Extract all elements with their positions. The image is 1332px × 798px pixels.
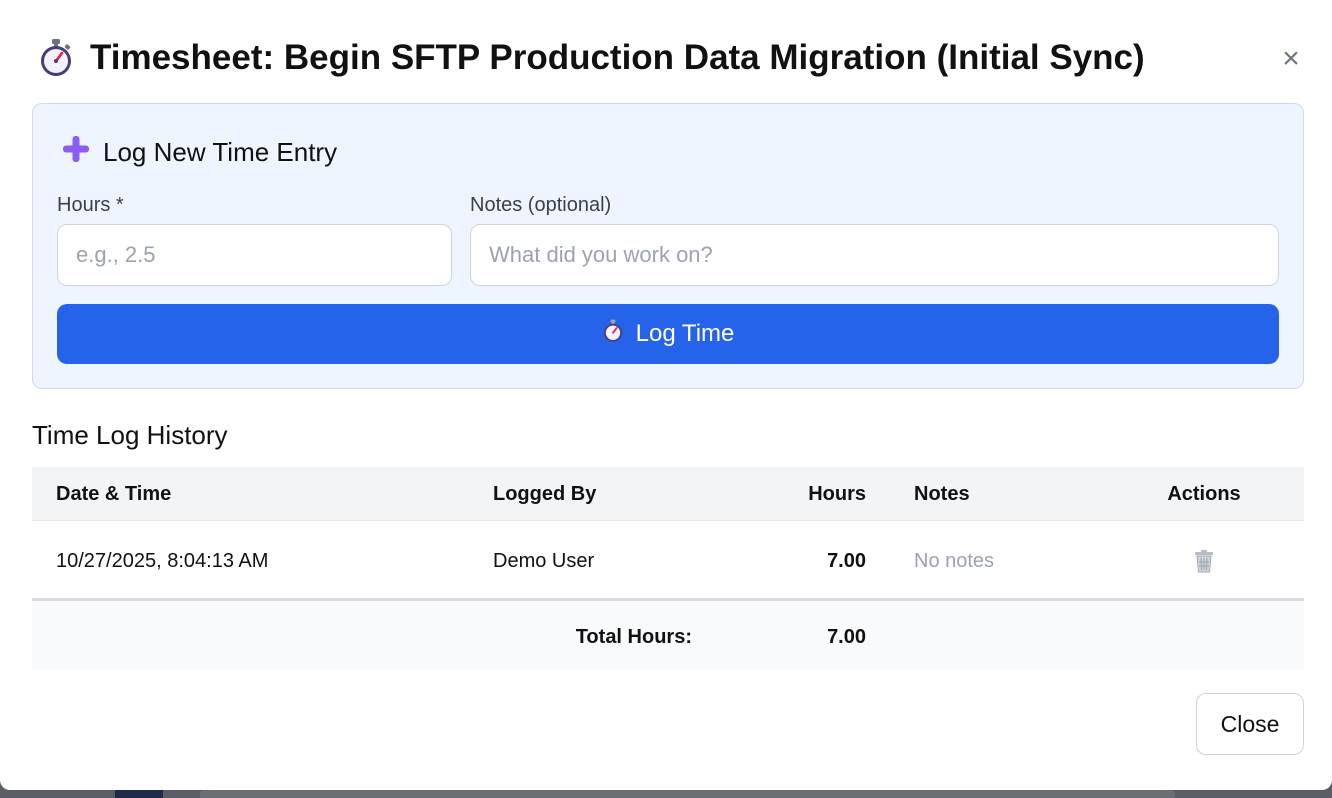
log-time-button[interactable]: Log Time	[57, 304, 1279, 364]
hours-input[interactable]	[57, 224, 452, 286]
total-hours-label: Total Hours:	[575, 626, 692, 648]
stopwatch-icon	[602, 319, 624, 350]
cell-logged-by: Demo User	[493, 550, 595, 572]
modal-title: Timesheet: Begin SFTP Production Data Mi…	[38, 36, 1145, 80]
notes-input[interactable]	[470, 224, 1279, 286]
column-header-date-time: Date & Time	[56, 483, 172, 505]
table-row: 10/27/2025, 8:04:13 AM Demo User 7.00 No…	[32, 521, 1304, 601]
stopwatch-icon	[38, 38, 74, 78]
hours-label: Hours *	[57, 194, 124, 216]
cell-date-time: 10/27/2025, 8:04:13 AM	[56, 550, 269, 572]
log-entry-heading-text: Log New Time Entry	[103, 136, 338, 167]
time-log-table: Date & Time Logged By Hours Notes Action…	[32, 467, 1304, 669]
log-time-button-label: Log Time	[635, 320, 735, 347]
timesheet-modal: Timesheet: Begin SFTP Production Data Mi…	[0, 0, 1332, 790]
time-log-history-title: Time Log History	[32, 420, 228, 450]
table-header: Date & Time Logged By Hours Notes Action…	[32, 467, 1304, 521]
background-element	[200, 790, 1175, 798]
total-hours-value: 7.00	[827, 626, 866, 648]
column-header-hours: Hours	[808, 483, 866, 505]
column-header-logged-by: Logged By	[493, 483, 597, 505]
log-entry-heading: Log New Time Entry	[61, 134, 338, 171]
column-header-notes: Notes	[914, 483, 970, 505]
close-icon[interactable]: ×	[1276, 44, 1306, 74]
column-header-actions: Actions	[1167, 483, 1241, 505]
log-entry-panel: Log New Time Entry Hours * Notes (option…	[32, 103, 1304, 389]
trash-icon[interactable]	[1193, 549, 1215, 573]
modal-title-text: Timesheet: Begin SFTP Production Data Mi…	[90, 38, 1145, 77]
notes-label: Notes (optional)	[470, 194, 612, 216]
cell-hours: 7.00	[827, 550, 866, 572]
table-footer: Total Hours: 7.00	[32, 601, 1304, 669]
cell-notes: No notes	[914, 550, 995, 572]
close-button[interactable]: Close	[1196, 693, 1304, 755]
plus-icon	[61, 134, 91, 171]
